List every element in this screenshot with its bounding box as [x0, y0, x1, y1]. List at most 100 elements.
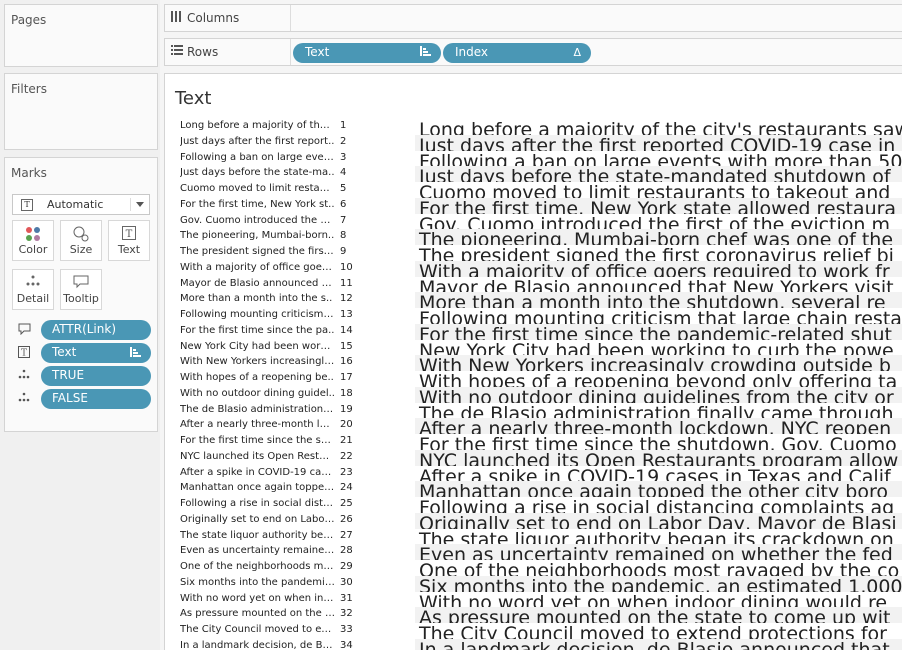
- row-short-text[interactable]: For the first time, New York st..: [180, 199, 335, 210]
- table-row[interactable]: After a spike in COVID-19 case.. 23 After …: [165, 466, 902, 482]
- row-full-text-cell[interactable]: With New Yorkers increasingly crowding o…: [415, 355, 902, 371]
- row-short-text[interactable]: Manhattan once again topped..: [180, 482, 335, 493]
- table-row[interactable]: As pressure mounted on the s.. 32 As press…: [165, 607, 902, 623]
- row-short-text[interactable]: With no word yet on when ind..: [180, 593, 335, 604]
- row-full-text-cell[interactable]: Gov. Cuomo introduced the first of the e…: [415, 214, 902, 229]
- row-full-text-cell[interactable]: The City Council moved to extend protect…: [415, 623, 902, 639]
- row-short-text[interactable]: With hopes of a reopening be..: [180, 372, 335, 383]
- row-short-text[interactable]: The City Council moved to ext..: [180, 624, 335, 635]
- row-full-text-cell[interactable]: Following a rise in social distancing co…: [415, 497, 902, 513]
- row-full-text-cell[interactable]: Originally set to end on Labor Day, Mayo…: [415, 512, 902, 529]
- row-short-text[interactable]: The pioneering, Mumbai-born..: [180, 230, 335, 241]
- table-row[interactable]: Following a rise in social dista.. 25 Foll…: [165, 497, 902, 513]
- table-row[interactable]: Just days after the first report.. 2 Just …: [165, 134, 902, 151]
- row-short-text[interactable]: The president signed the first ..: [180, 246, 335, 257]
- row-full-text-cell[interactable]: With a majority of office goers required…: [415, 260, 902, 277]
- row-short-text[interactable]: Six months into the pandemic,..: [180, 577, 335, 588]
- bar-sort-icon[interactable]: [130, 347, 141, 360]
- row-short-text[interactable]: One of the neighborhoods mo..: [180, 561, 335, 572]
- row-short-text[interactable]: Following mounting criticism t..: [180, 309, 335, 320]
- text-pill[interactable]: Text: [41, 343, 151, 363]
- table-row[interactable]: Manhattan once again topped.. 24 Manhattan…: [165, 481, 902, 497]
- row-short-text[interactable]: The de Blasio administration fi..: [180, 404, 335, 415]
- table-row[interactable]: Six months into the pandemic,.. 30 Six mon…: [165, 575, 902, 592]
- row-full-text-cell[interactable]: For the first time since the pandemic-re…: [415, 323, 902, 340]
- row-full-text-cell[interactable]: The state liquor authority began its cra…: [415, 529, 902, 544]
- columns-shelf[interactable]: Columns: [164, 4, 902, 32]
- table-row[interactable]: Just days before the state-ma.. 4 Just day…: [165, 166, 902, 182]
- rows-text-pill[interactable]: Text: [293, 43, 441, 63]
- row-full-text-cell[interactable]: With no outdoor dining guidelines from t…: [415, 386, 902, 403]
- row-full-text-cell[interactable]: Mayor de Blasio announced that New Yorke…: [415, 277, 902, 292]
- pages-card[interactable]: Pages: [4, 4, 158, 67]
- row-full-text-cell[interactable]: Following a ban on large events with mor…: [415, 151, 902, 166]
- table-row[interactable]: The pioneering, Mumbai-born.. 8 The pionee…: [165, 229, 902, 245]
- row-short-text[interactable]: Following a ban on large even..: [180, 152, 335, 163]
- table-row[interactable]: With no outdoor dining guidel.. 18 With no…: [165, 386, 902, 403]
- bar-sort-icon[interactable]: [420, 46, 431, 59]
- rows-shelf[interactable]: Rows Text Index Δ: [164, 38, 902, 66]
- table-row[interactable]: The president signed the first .. 9 The pr…: [165, 245, 902, 261]
- tooltip-button[interactable]: Tooltip: [60, 269, 102, 310]
- table-row[interactable]: Even as uncertainty remained .. 28 Even as…: [165, 544, 902, 560]
- table-row[interactable]: For the first time, New York st.. 6 For th…: [165, 197, 902, 214]
- table-row[interactable]: For the first time since the shu.. 21 For …: [165, 434, 902, 450]
- row-short-text[interactable]: For the first time since the shu..: [180, 435, 335, 446]
- row-full-text-cell[interactable]: Just days after the first reported COVID…: [415, 134, 902, 151]
- table-row[interactable]: After a nearly three-month loc.. 20 After …: [165, 418, 902, 434]
- row-full-text-cell[interactable]: As pressure mounted on the state to come…: [415, 607, 902, 623]
- table-row[interactable]: The de Blasio administration fi.. 19 The d…: [165, 403, 902, 419]
- false-pill[interactable]: FALSE: [41, 389, 151, 409]
- row-short-text[interactable]: After a nearly three-month loc..: [180, 419, 335, 430]
- row-full-text-cell[interactable]: Long before a majority of the city's res…: [415, 119, 902, 135]
- row-full-text-cell[interactable]: The president signed the first coronavir…: [415, 245, 902, 261]
- text-button[interactable]: T Text: [108, 220, 150, 261]
- row-full-text-cell[interactable]: Six months into the pandemic, an estimat…: [415, 575, 902, 592]
- row-full-text-cell[interactable]: The pioneering, Mumbai-born chef was one…: [415, 229, 902, 245]
- row-full-text-cell[interactable]: NYC launched its Open Restaurants progra…: [415, 449, 902, 466]
- detail-button[interactable]: Detail: [12, 269, 54, 310]
- row-full-text-cell[interactable]: After a spike in COVID-19 cases in Texas…: [415, 466, 902, 481]
- row-full-text-cell[interactable]: Even as uncertainty remained on whether …: [415, 544, 902, 560]
- row-short-text[interactable]: Gov. Cuomo introduced the fir..: [180, 215, 335, 226]
- table-row[interactable]: Originally set to end on Labor .. 26 Origi…: [165, 512, 902, 529]
- row-short-text[interactable]: As pressure mounted on the s..: [180, 608, 335, 619]
- table-row[interactable]: NYC launched its Open Restau.. 22 NYC laun…: [165, 449, 902, 466]
- row-short-text[interactable]: Just days after the first report..: [180, 136, 335, 147]
- row-full-text-cell[interactable]: Following mounting criticism that large …: [415, 308, 902, 324]
- table-row[interactable]: One of the neighborhoods mo.. 29 One of th…: [165, 560, 902, 576]
- table-row[interactable]: For the first time since the pa.. 14 For t…: [165, 323, 902, 340]
- size-button[interactable]: Size: [60, 220, 102, 261]
- row-full-text-cell[interactable]: After a nearly three-month lockdown, NYC…: [415, 418, 902, 434]
- true-pill[interactable]: TRUE: [41, 366, 151, 386]
- table-row[interactable]: Cuomo moved to limit restaur.. 5 Cuomo mov…: [165, 182, 902, 198]
- row-full-text-cell[interactable]: With no word yet on when indoor dining w…: [415, 592, 902, 607]
- table-row[interactable]: Following mounting criticism t.. 13 Follow…: [165, 308, 902, 324]
- row-full-text-cell[interactable]: More than a month into the shutdown, sev…: [415, 292, 902, 308]
- mark-type-dropdown[interactable]: T Automatic: [12, 194, 150, 215]
- rows-index-pill[interactable]: Index Δ: [443, 43, 591, 63]
- table-row[interactable]: With no word yet on when ind.. 31 With no …: [165, 592, 902, 608]
- row-short-text[interactable]: Mayor de Blasio announced th..: [180, 278, 335, 289]
- table-row[interactable]: Following a ban on large even.. 3 Followin…: [165, 151, 902, 167]
- row-short-text[interactable]: Following a rise in social dista..: [180, 498, 335, 509]
- row-short-text[interactable]: With no outdoor dining guidel..: [180, 388, 335, 399]
- table-row[interactable]: With New Yorkers increasingly.. 16 With Ne…: [165, 355, 902, 371]
- chevron-down-icon[interactable]: [136, 202, 144, 207]
- filters-card[interactable]: Filters: [4, 73, 158, 150]
- row-short-text[interactable]: With New Yorkers increasingly..: [180, 356, 335, 367]
- row-short-text[interactable]: After a spike in COVID-19 case..: [180, 467, 335, 478]
- row-short-text[interactable]: With a majority of office goers..: [180, 262, 335, 273]
- row-short-text[interactable]: In a landmark decision, de Bla..: [180, 640, 335, 650]
- table-row[interactable]: The City Council moved to ext.. 33 The Cit…: [165, 623, 902, 639]
- table-row[interactable]: In a landmark decision, de Bla.. 34 In a l…: [165, 638, 902, 650]
- table-row[interactable]: More than a month into the s.. 12 More tha…: [165, 292, 902, 308]
- row-full-text-cell[interactable]: The de Blasio administration finally cam…: [415, 403, 902, 418]
- row-short-text[interactable]: New York City had been worki..: [180, 341, 335, 352]
- row-full-text-cell[interactable]: For the first time, New York state allow…: [415, 197, 902, 214]
- row-short-text[interactable]: Originally set to end on Labor ..: [180, 514, 335, 525]
- table-row[interactable]: Mayor de Blasio announced th.. 11 Mayor de…: [165, 277, 902, 293]
- row-short-text[interactable]: Just days before the state-ma..: [180, 167, 335, 178]
- delta-icon[interactable]: Δ: [573, 46, 581, 59]
- row-full-text-cell[interactable]: For the first time since the shutdown, G…: [415, 434, 902, 450]
